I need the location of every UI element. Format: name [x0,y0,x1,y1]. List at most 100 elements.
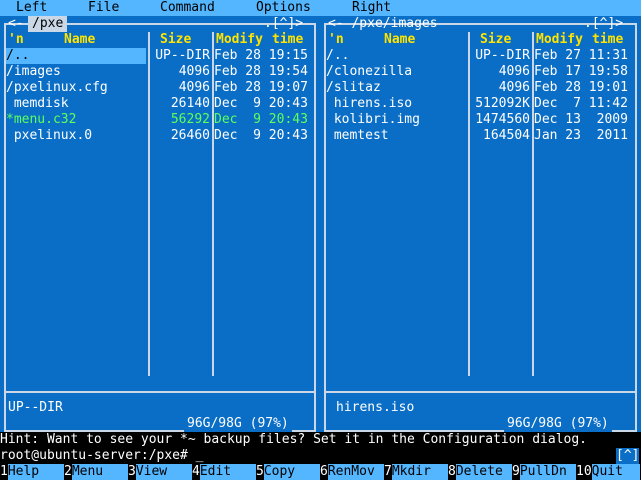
fkey-mkdir-button[interactable]: 7Mkdir [384,464,448,480]
fkey-number: 5 [256,464,264,479]
fkey-label: RenMov [327,464,384,480]
fkey-view-button[interactable]: 3View [128,464,192,480]
left-panel-title-controls[interactable]: .[^]> [264,16,303,32]
file-size: UP--DIR [155,48,210,63]
right-status: hirens.iso [336,400,415,415]
left-file-row[interactable]: *menu.c32 56292 Dec 9 20:43 [6,112,312,128]
right-header-size[interactable]: Size [480,32,511,48]
fkey-number: 3 [128,464,136,479]
right-panel-title-controls[interactable]: .[^]> [584,16,623,32]
file-name: /.. [6,48,146,64]
fkey-menu-button[interactable]: 2Menu [64,464,128,480]
right-file-row[interactable]: /slitaz 4096 Feb 28 19:01 [326,80,632,96]
fkey-label: Delete [455,464,512,480]
file-name: /slitaz [326,80,381,95]
left-file-row[interactable]: pxelinux.0 26460 Dec 9 20:43 [6,128,312,144]
file-size: 512092K [475,96,530,111]
command-line[interactable]: root@ubuntu-server:/pxe# _ [^] [0,448,641,464]
fkey-number: 9 [512,464,520,479]
right-panel[interactable]: <- /pxe/images .[^]> 'n Name Size Modify… [320,16,641,432]
file-size: 1474560 [475,112,530,127]
fkey-number: 4 [192,464,200,479]
menu-command[interactable]: Command [160,0,215,16]
file-date: Feb 28 19:15 [214,48,308,63]
right-disk-usage: 96G/98G (97%) [504,416,612,432]
file-name: memtest [326,128,389,143]
right-header-time[interactable]: time [592,32,623,48]
left-header-modify[interactable]: Modify [216,32,263,48]
file-name: hirens.iso [326,96,413,111]
fkey-number: 2 [64,464,72,479]
file-date: Dec 9 20:43 [214,128,308,143]
fkey-quit-button[interactable]: 10Quit [576,464,640,480]
file-date: Dec 9 20:43 [214,112,308,127]
right-panel-path[interactable]: <- /pxe/images [328,16,438,32]
file-name: /pxelinux.cfg [6,80,108,95]
fkey-label: Copy [263,464,320,480]
file-date: Dec 13 2009 [534,112,628,127]
left-file-row[interactable]: /.. UP--DIR Feb 28 19:15 [6,48,312,64]
file-name: *menu.c32 [6,112,77,127]
fkey-pulldn-button[interactable]: 9PullDn [512,464,576,480]
fkey-label: View [135,464,192,480]
file-name: /images [6,64,61,79]
file-date: Feb 28 19:07 [214,80,308,95]
right-header-modify[interactable]: Modify [536,32,583,48]
left-panel-path[interactable]: /pxe [28,16,68,32]
menu-right[interactable]: Right [352,0,391,16]
fkey-help-button[interactable]: 1Help [0,464,64,480]
file-size: 26460 [170,128,210,143]
right-header-name[interactable]: Name [384,32,415,48]
function-key-bar: 1Help 2Menu 3View 4Edit 5Copy 6RenMov 7Mkdir 8D… [0,464,641,480]
left-file-row[interactable]: /images 4096 Feb 28 19:54 [6,64,312,80]
fkey-label: Quit [591,464,640,480]
left-file-row[interactable]: /pxelinux.cfg 4096 Feb 28 19:07 [6,80,312,96]
menu-options[interactable]: Options [256,0,311,16]
fkey-label: Menu [71,464,128,480]
file-size: 164504 [483,128,530,143]
fkey-delete-button[interactable]: 8Delete [448,464,512,480]
file-size: 4096 [498,64,530,79]
right-file-row[interactable]: kolibri.img 1474560 Dec 13 2009 [326,112,632,128]
menu-left[interactable]: Left [16,0,47,16]
left-status: UP--DIR [8,400,63,415]
file-date: Dec 7 11:42 [534,96,628,111]
fkey-label: Mkdir [391,464,448,480]
right-file-row[interactable]: /clonezilla 4096 Feb 17 19:58 [326,64,632,80]
left-file-row[interactable]: memdisk 26140 Dec 9 20:43 [6,96,312,112]
shell-prompt[interactable]: root@ubuntu-server:/pxe# _ [0,448,204,464]
left-disk-usage: 96G/98G (97%) [184,416,292,432]
file-date: Feb 28 19:01 [534,80,628,95]
right-file-row[interactable]: hirens.iso 512092K Dec 7 11:42 [326,96,632,112]
menu-file[interactable]: File [88,0,119,16]
left-header-name[interactable]: Name [64,32,95,48]
left-header-n[interactable]: 'n [8,32,24,48]
fkey-number: 8 [448,464,456,479]
file-date: Dec 9 20:43 [214,96,308,111]
hint-text: Hint: Want to see your *~ backup files? … [0,432,587,447]
left-panel[interactable]: <- /pxe .[^]> 'n Name Size Modify time /… [0,16,320,432]
fkey-copy-button[interactable]: 5Copy [256,464,320,480]
file-size: 56292 [170,112,210,127]
file-size: UP--DIR [475,48,530,63]
file-date: Feb 17 19:58 [534,64,628,79]
fkey-number: 6 [320,464,328,479]
right-file-row[interactable]: memtest 164504 Jan 23 2011 [326,128,632,144]
file-date: Feb 27 11:31 [534,48,628,63]
command-history-button[interactable]: [^] [616,448,640,464]
right-header-n[interactable]: 'n [328,32,344,48]
left-status-separator [4,391,316,393]
file-name: /.. [326,48,350,63]
file-size: 4096 [498,80,530,95]
fkey-edit-button[interactable]: 4Edit [192,464,256,480]
fkey-renmov-button[interactable]: 6RenMov [320,464,384,480]
right-file-row[interactable]: /.. UP--DIR Feb 27 11:31 [326,48,632,64]
left-header-size[interactable]: Size [160,32,191,48]
file-date: Jan 23 2011 [534,128,628,143]
menu-bar: Left File Command Options Right [0,0,641,16]
left-header-time[interactable]: time [272,32,303,48]
fkey-number: 1 [0,464,8,479]
right-status-separator [324,391,637,393]
fkey-label: Edit [199,464,256,480]
file-date: Feb 28 19:54 [214,64,308,79]
